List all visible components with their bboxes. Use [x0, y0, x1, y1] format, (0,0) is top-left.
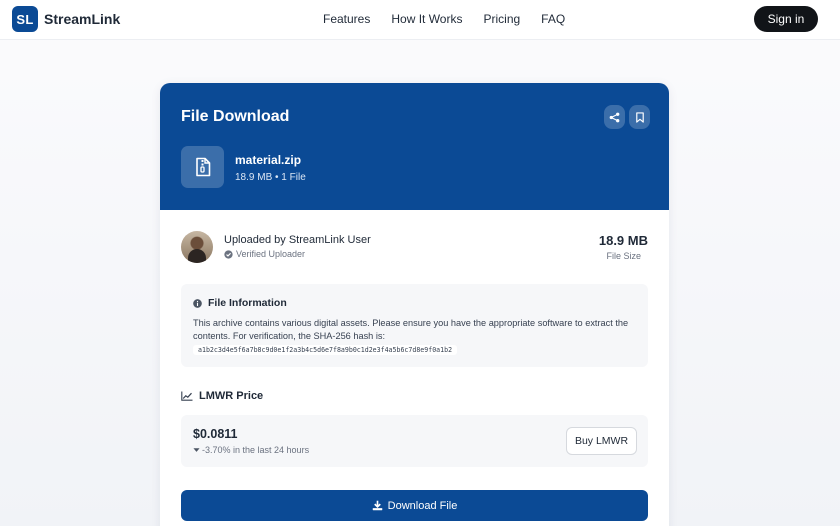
price-heading: LMWR Price [181, 390, 263, 402]
file-zip-icon [195, 157, 210, 177]
file-information-text: This archive contains various digital as… [193, 318, 629, 341]
bookmark-icon [635, 111, 644, 123]
card-header: File Download material.zip 18.9 MB • 1 F… [160, 83, 669, 210]
file-name: material.zip [235, 153, 302, 167]
brand-name: StreamLink [44, 11, 121, 27]
nav-links: Features How It Works Pricing FAQ [323, 12, 586, 26]
nav-link-how-it-works[interactable]: How It Works [391, 12, 462, 26]
caret-down-icon [193, 448, 200, 452]
price-change: -3.70% in the last 24 hours [193, 445, 309, 455]
avatar [181, 231, 213, 263]
nav-link-features[interactable]: Features [323, 12, 370, 26]
brand-logo[interactable]: SL StreamLink [12, 6, 120, 32]
file-size-value: 18.9 MB [598, 233, 648, 248]
price-panel: $0.0811 -3.70% in the last 24 hours Buy … [181, 415, 648, 467]
check-circle-icon [224, 249, 233, 259]
bookmark-button[interactable] [629, 105, 650, 129]
file-meta: 18.9 MB • 1 File [235, 172, 306, 183]
file-download-card: File Download material.zip 18.9 MB • 1 F… [160, 83, 669, 526]
chart-line-icon [181, 391, 193, 401]
download-icon [372, 500, 382, 511]
sign-in-button[interactable]: Sign in [754, 6, 818, 32]
file-size-label: File Size [606, 251, 641, 261]
card-title: File Download [181, 108, 290, 125]
download-file-button[interactable]: Download File [181, 490, 648, 521]
uploader-name: Uploaded by StreamLink User [224, 234, 371, 246]
nav-link-pricing[interactable]: Pricing [483, 12, 520, 26]
share-button[interactable] [604, 105, 625, 129]
price-title: LMWR Price [199, 390, 264, 402]
nav-link-faq[interactable]: FAQ [541, 12, 565, 26]
file-information-heading: File Information [193, 297, 287, 309]
verified-badge: Verified Uploader [224, 249, 305, 259]
top-navbar: SL StreamLink Features How It Works Pric… [0, 0, 840, 40]
file-information-title: File Information [208, 297, 287, 309]
logo-mark: SL [12, 6, 38, 32]
price-change-text: -3.70% in the last 24 hours [202, 445, 310, 455]
info-icon [193, 298, 202, 308]
file-type-badge [181, 146, 224, 188]
verified-label: Verified Uploader [236, 249, 306, 259]
download-file-label: Download File [387, 499, 458, 512]
share-icon [609, 112, 620, 122]
file-information-panel: File Information This archive contains v… [181, 284, 648, 367]
buy-lmwr-button[interactable]: Buy LMWR [566, 427, 637, 455]
sha256-hash: a1b2c3d4e5f6a7b8c9d0e1f2a3b4c5d6e7f8a9b0… [193, 345, 458, 355]
price-value: $0.0811 [193, 427, 238, 441]
